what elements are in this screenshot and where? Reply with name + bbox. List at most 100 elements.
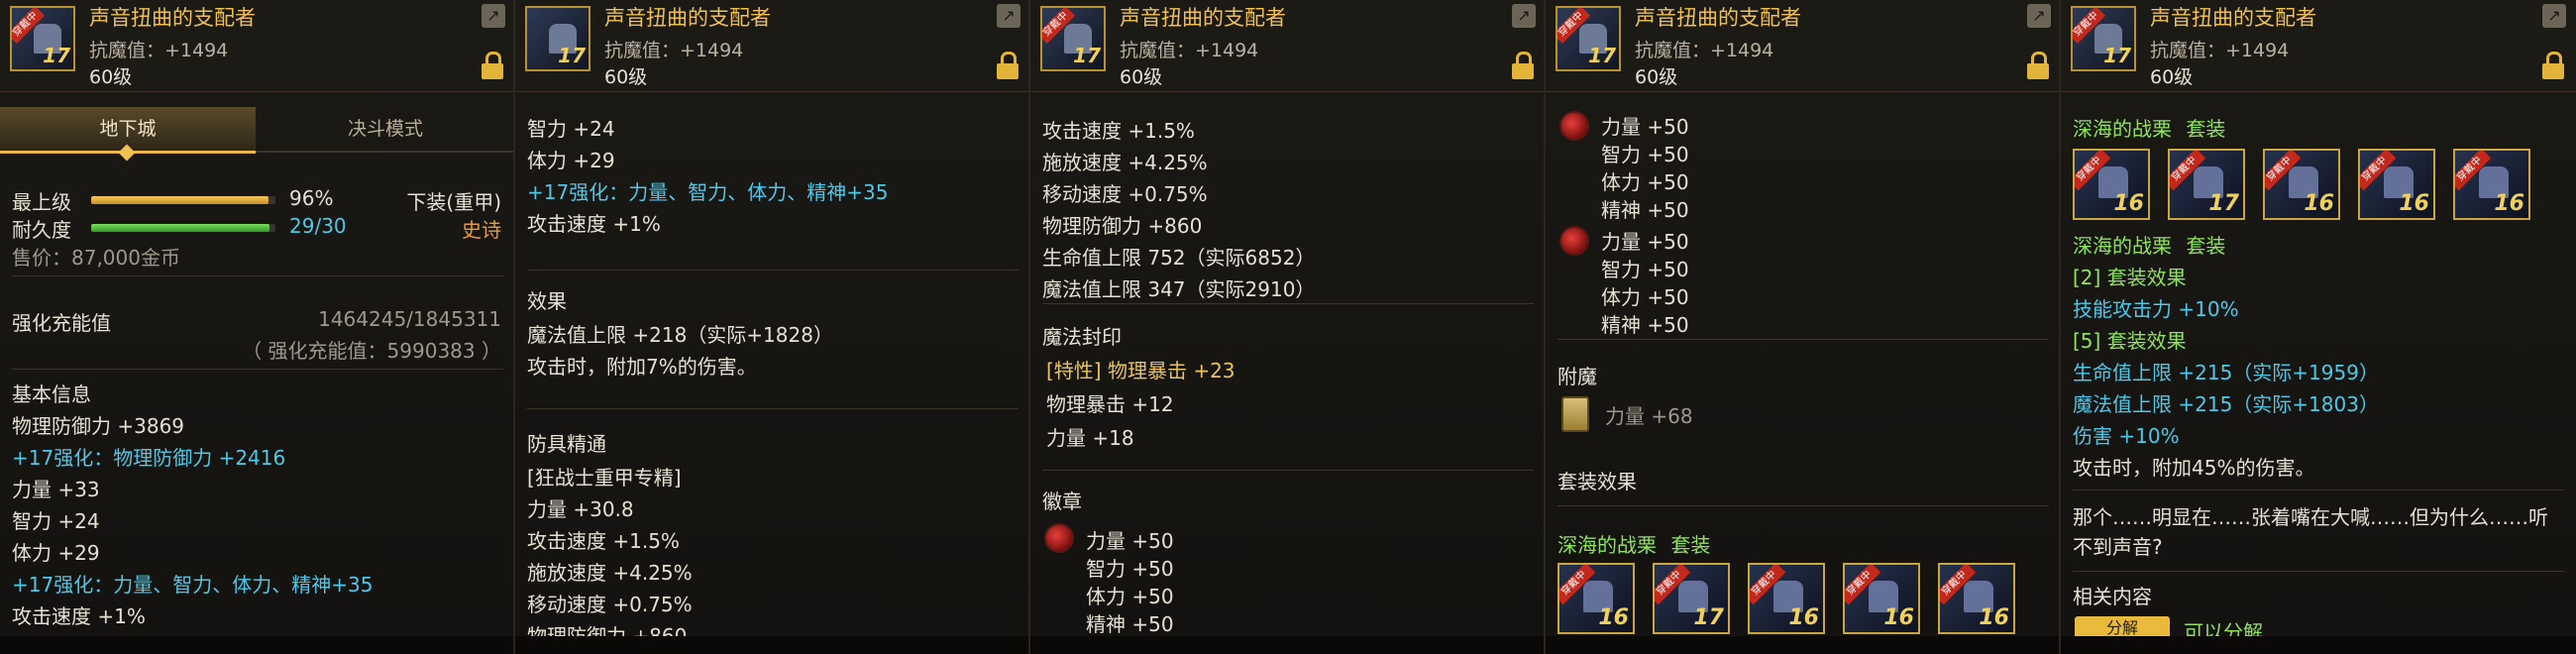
enhance-level: 16 bbox=[2304, 191, 2334, 216]
tab-pvp[interactable]: 决斗模式 bbox=[258, 107, 513, 151]
stat-line: 体力 +50 bbox=[1601, 285, 1689, 309]
item-level: 60级 bbox=[1635, 66, 1678, 88]
charge-label: 强化充能值 bbox=[12, 311, 111, 335]
enhance-level: 17 bbox=[2208, 191, 2239, 216]
share-icon[interactable]: ↗ bbox=[1512, 4, 1536, 28]
magic-resist: 抗魔值：+1494 bbox=[2150, 40, 2290, 61]
grade-percent: 96% bbox=[289, 186, 334, 210]
share-icon[interactable]: ↗ bbox=[997, 4, 1020, 28]
item-name: 声音扭曲的支配者 bbox=[89, 6, 256, 30]
stat-line: 力量 +50 bbox=[1601, 115, 1689, 139]
tooltip-panel-3: 穿戴中 17 声音扭曲的支配者 抗魔值：+1494 60级 ↗ 攻击速度 +1.… bbox=[1030, 0, 1546, 654]
divider bbox=[1042, 303, 1534, 304]
charge-note: （ 强化充能值：5990383 ） bbox=[242, 339, 501, 363]
stat-line: [狂战士重甲专精] bbox=[527, 466, 682, 490]
panel-content: 地下城 决斗模式 最上级 96% 下装(重甲) 耐久度 29/30 史诗 售价：… bbox=[0, 91, 513, 636]
set-item-icon[interactable]: 穿戴中 16 bbox=[2453, 149, 2530, 220]
tooltip-strip: 穿戴中 17 声音扭曲的支配者 抗魔值：+1494 60级 ↗ 地下城 决斗模式… bbox=[0, 0, 2576, 654]
bottom-strip bbox=[2061, 636, 2576, 654]
bottom-strip bbox=[0, 636, 513, 654]
item-icon: 穿戴中 17 bbox=[1040, 6, 1106, 71]
lock-icon[interactable] bbox=[2542, 52, 2564, 79]
stat-line: 力量 +50 bbox=[1086, 529, 1174, 553]
bottom-strip bbox=[1030, 636, 1544, 654]
grade-bar-track bbox=[91, 196, 275, 204]
set-item-icon[interactable]: 穿戴中 17 bbox=[1653, 563, 1730, 634]
stat-line: 力量 +30.8 bbox=[527, 497, 634, 521]
item-header: 穿戴中 17 声音扭曲的支配者 抗魔值：+1494 60级 ↗ bbox=[0, 0, 513, 92]
set-suffix: 套装 bbox=[2186, 117, 2226, 141]
item-icon: 穿戴中 17 bbox=[10, 6, 75, 71]
set-item-icon[interactable]: 穿戴中 16 bbox=[1748, 563, 1825, 634]
stat-line: 物理防御力 +3869 bbox=[12, 414, 185, 438]
effect-line: 魔法值上限 +218（实际+1828） bbox=[527, 323, 833, 347]
emblem-title: 徽章 bbox=[1042, 490, 1082, 513]
stat-line: 体力 +29 bbox=[12, 541, 100, 565]
item-name: 声音扭曲的支配者 bbox=[1635, 6, 1801, 30]
stat-line: 移动速度 +0.75% bbox=[1042, 182, 1208, 206]
divider bbox=[2073, 571, 2564, 572]
set-item-icon[interactable]: 穿戴中 16 bbox=[2263, 149, 2340, 220]
item-name: 声音扭曲的支配者 bbox=[604, 6, 771, 30]
slot-type: 下装(重甲) bbox=[406, 190, 501, 214]
divider bbox=[527, 408, 1019, 409]
stat-line: 伤害 +10% bbox=[2073, 424, 2180, 448]
set-effect-title: 套装效果 bbox=[1557, 470, 1637, 493]
seal-title: 魔法封印 bbox=[1042, 325, 1122, 349]
divider bbox=[12, 369, 503, 370]
set-item-icon[interactable]: 穿戴中 16 bbox=[1938, 563, 2015, 634]
stat-line: 精神 +50 bbox=[1601, 198, 1689, 222]
bonus5-title: [5] 套装效果 bbox=[2073, 329, 2187, 353]
share-icon[interactable]: ↗ bbox=[2027, 4, 2051, 28]
share-icon[interactable]: ↗ bbox=[2542, 4, 2566, 28]
stat-line: +17强化：物理防御力 +2416 bbox=[12, 446, 286, 470]
item-icon: 穿戴中 17 bbox=[1556, 6, 1621, 71]
stat-line: 精神 +50 bbox=[1086, 612, 1174, 636]
item-header: 17 声音扭曲的支配者 抗魔值：+1494 60级 ↗ bbox=[515, 0, 1028, 92]
stat-line: 体力 +50 bbox=[1601, 170, 1689, 194]
bonus2-line: 技能攻击力 +10% bbox=[2073, 297, 2239, 321]
set-name-line: 深海的战栗 套装 bbox=[2073, 230, 2225, 259]
set-item-icon[interactable]: 穿戴中 16 bbox=[1557, 563, 1635, 634]
stat-line: 精神 +50 bbox=[1601, 313, 1689, 337]
item-level: 60级 bbox=[89, 66, 133, 88]
flavor-text: 那个……明显在……张着嘴在大喊……但为什么……听 bbox=[2073, 505, 2548, 529]
set-item-icon[interactable]: 穿戴中 16 bbox=[2073, 149, 2150, 220]
item-header: 穿戴中 17 声音扭曲的支配者 抗魔值：+1494 60级 ↗ bbox=[1030, 0, 1544, 92]
set-item-icon[interactable]: 穿戴中 16 bbox=[1843, 563, 1920, 634]
basic-info-title: 基本信息 bbox=[12, 382, 91, 406]
divider bbox=[527, 270, 1019, 271]
lock-icon[interactable] bbox=[997, 52, 1019, 79]
set-suffix: 套装 bbox=[2186, 234, 2226, 258]
item-name: 声音扭曲的支配者 bbox=[1120, 6, 1286, 30]
panel-content: 力量 +50 智力 +50 体力 +50 精神 +50 力量 +50 智力 +50 体力 … bbox=[1546, 91, 2059, 636]
item-level: 60级 bbox=[604, 66, 648, 88]
durability-bar-fill bbox=[91, 224, 269, 232]
stat-line: 攻击速度 +1% bbox=[12, 604, 146, 628]
set-item-icon[interactable]: 穿戴中 16 bbox=[2358, 149, 2435, 220]
stat-line: 力量 +33 bbox=[12, 478, 100, 501]
enhance-level: 16 bbox=[2113, 191, 2144, 216]
stat-line: 攻击速度 +1.5% bbox=[1042, 119, 1195, 143]
grade-bar-fill bbox=[91, 196, 268, 204]
share-icon[interactable]: ↗ bbox=[482, 4, 505, 28]
stat-line: 物理暴击 +12 bbox=[1046, 392, 1174, 416]
red-emblem-icon bbox=[1559, 226, 1589, 256]
magic-resist: 抗魔值：+1494 bbox=[1635, 40, 1774, 61]
lock-icon[interactable] bbox=[2027, 52, 2049, 79]
item-header: 穿戴中 17 声音扭曲的支配者 抗魔值：+1494 60级 ↗ bbox=[1546, 0, 2059, 92]
bonus2-title: [2] 套装效果 bbox=[2073, 266, 2187, 289]
magic-resist: 抗魔值：+1494 bbox=[1120, 40, 1259, 61]
lock-icon[interactable] bbox=[482, 52, 503, 79]
enhance-level: 17 bbox=[1073, 44, 1101, 67]
set-item-icon[interactable]: 穿戴中 17 bbox=[2168, 149, 2245, 220]
durability-bar-track bbox=[91, 224, 275, 232]
item-level: 60级 bbox=[1120, 66, 1163, 88]
stat-line: 力量 +50 bbox=[1601, 230, 1689, 254]
rarity: 史诗 bbox=[462, 218, 501, 242]
lock-icon[interactable] bbox=[1512, 52, 1534, 79]
effect-title: 效果 bbox=[527, 289, 567, 313]
divider bbox=[1557, 339, 2049, 340]
sell-price: 售价：87,000金币 bbox=[12, 246, 180, 270]
divider bbox=[12, 275, 503, 276]
